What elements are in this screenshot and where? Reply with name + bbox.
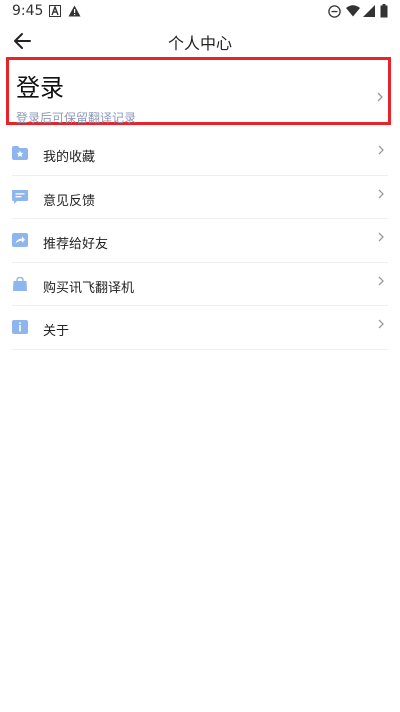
text-a-icon: [49, 5, 61, 17]
signal-icon: [363, 5, 375, 17]
menu-item-recommend[interactable]: 推荐给好友: [12, 219, 388, 263]
battery-icon: [380, 4, 388, 18]
app-bar: 个人中心: [0, 26, 400, 56]
chevron-right-icon: [377, 92, 383, 102]
menu-item-label: 购买讯飞翻译机: [43, 280, 135, 296]
menu-item-buy-translator[interactable]: 购买讯飞翻译机: [12, 263, 388, 306]
warning-icon: [68, 5, 81, 17]
menu-item-label: 推荐给好友: [43, 237, 109, 252]
info-icon: [12, 320, 28, 334]
shopping-bag-icon: [13, 276, 27, 291]
chevron-right-icon: [378, 232, 384, 242]
login-subtitle: 登录后可保留翻译记录: [16, 111, 137, 125]
status-bar: 9:45: [0, 0, 400, 24]
chevron-right-icon: [378, 145, 384, 155]
feedback-chat-icon: [12, 189, 28, 204]
wifi-icon: [346, 5, 360, 17]
share-icon: [12, 233, 28, 247]
menu-list: 我的收藏 意见反馈 推荐给好友 购买讯飞翻译机 关于: [12, 132, 388, 350]
login-card[interactable]: 登录 登录后可保留翻译记录: [6, 57, 391, 125]
chevron-right-icon: [378, 276, 384, 285]
menu-item-label: 我的收藏: [43, 150, 96, 165]
folder-star-icon: [12, 146, 28, 160]
menu-item-favorites[interactable]: 我的收藏: [12, 132, 388, 176]
menu-item-about[interactable]: 关于: [12, 306, 388, 350]
status-time: 9:45: [12, 3, 44, 19]
chevron-right-icon: [378, 319, 384, 329]
login-title[interactable]: 登录: [16, 68, 64, 103]
page-title: 个人中心: [167, 34, 232, 53]
menu-item-label: 关于: [43, 324, 70, 339]
do-not-disturb-icon: [328, 5, 341, 18]
menu-item-feedback[interactable]: 意见反馈: [12, 176, 388, 219]
menu-item-label: 意见反馈: [43, 193, 96, 209]
chevron-right-icon: [378, 189, 384, 198]
